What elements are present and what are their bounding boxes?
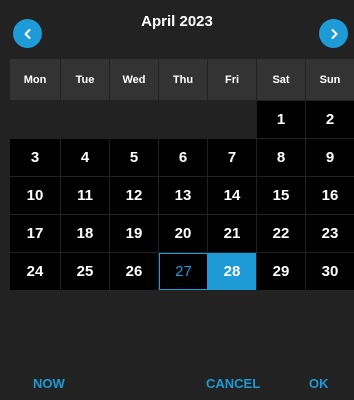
day-cell[interactable]: 12 <box>110 177 159 214</box>
day-cell[interactable]: 16 <box>306 177 354 214</box>
weekday-label: Wed <box>110 59 159 100</box>
day-grid: 1 2 3 4 5 6 7 8 9 10 11 12 13 14 15 16 17 18 19 20 21 22 23 24 2… <box>10 101 354 290</box>
day-cell[interactable]: 2 <box>306 101 354 138</box>
weekday-label: Thu <box>159 59 208 100</box>
day-cell[interactable]: 13 <box>159 177 208 214</box>
day-cell[interactable]: 18 <box>61 215 110 252</box>
day-cell[interactable]: 25 <box>61 253 110 290</box>
now-button[interactable]: NOW <box>33 376 65 392</box>
weekday-label: Fri <box>208 59 257 100</box>
day-cell[interactable]: 9 <box>306 139 354 176</box>
day-cell[interactable]: 20 <box>159 215 208 252</box>
empty-day-cell <box>159 101 208 138</box>
day-cell[interactable]: 30 <box>306 253 354 290</box>
day-cell[interactable]: 10 <box>10 177 61 214</box>
day-cell-selected[interactable]: 28 <box>208 253 257 290</box>
day-cell[interactable]: 11 <box>61 177 110 214</box>
day-cell[interactable]: 26 <box>110 253 159 290</box>
day-cell[interactable]: 15 <box>257 177 306 214</box>
month-title: April 2023 <box>141 13 213 30</box>
date-picker: April 2023 Mon Tue Wed Thu Fri Sat Sun 1… <box>0 0 354 400</box>
empty-day-cell <box>110 101 159 138</box>
day-cell[interactable]: 14 <box>208 177 257 214</box>
weekday-label: Sun <box>306 59 354 100</box>
calendar-header: April 2023 <box>0 0 354 58</box>
empty-day-cell <box>208 101 257 138</box>
day-cell[interactable]: 29 <box>257 253 306 290</box>
day-cell[interactable]: 8 <box>257 139 306 176</box>
day-cell[interactable]: 7 <box>208 139 257 176</box>
day-cell[interactable]: 5 <box>110 139 159 176</box>
next-month-button[interactable] <box>319 19 348 48</box>
day-cell[interactable]: 19 <box>110 215 159 252</box>
cancel-button[interactable]: CANCEL <box>206 376 260 392</box>
weekday-label: Sat <box>257 59 306 100</box>
ok-button[interactable]: OK <box>309 376 329 392</box>
day-cell[interactable]: 6 <box>159 139 208 176</box>
weekday-label: Tue <box>61 59 110 100</box>
day-cell[interactable]: 24 <box>10 253 61 290</box>
day-cell[interactable]: 21 <box>208 215 257 252</box>
empty-day-cell <box>10 101 61 138</box>
day-cell[interactable]: 1 <box>257 101 306 138</box>
day-cell-today[interactable]: 27 <box>159 253 208 290</box>
day-cell[interactable]: 4 <box>61 139 110 176</box>
day-cell[interactable]: 23 <box>306 215 354 252</box>
weekday-label: Mon <box>10 59 61 100</box>
day-cell[interactable]: 17 <box>10 215 61 252</box>
weekday-header-row: Mon Tue Wed Thu Fri Sat Sun <box>10 59 354 100</box>
day-cell[interactable]: 3 <box>10 139 61 176</box>
day-cell[interactable]: 22 <box>257 215 306 252</box>
chevron-right-icon <box>331 28 337 39</box>
empty-day-cell <box>61 101 110 138</box>
